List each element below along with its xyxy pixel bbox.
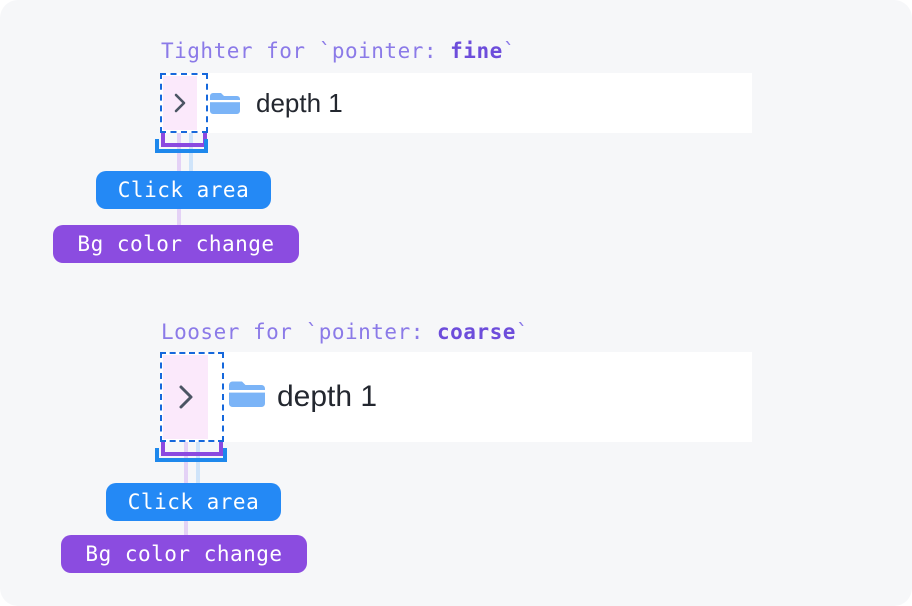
heading-fine-prefix: Tighter for `pointer: — [161, 39, 451, 63]
chevron-right-icon[interactable] — [170, 378, 202, 416]
chevron-right-icon[interactable] — [167, 88, 193, 118]
tree-row-fine[interactable] — [160, 73, 752, 133]
label-click-area-fine: Click area — [96, 171, 271, 209]
bracket-click-area-fine — [155, 139, 208, 153]
label-bg-color-change-coarse: Bg color change — [61, 535, 307, 573]
heading-coarse-prefix: Looser for `pointer: — [161, 320, 438, 344]
label-bg-color-change-fine: Bg color change — [53, 225, 299, 263]
folder-icon — [209, 91, 241, 122]
heading-fine-suffix: ` — [502, 39, 516, 63]
tree-row-label-fine: depth 1 — [256, 88, 343, 118]
bracket-click-area-coarse — [155, 448, 227, 462]
folder-icon — [228, 379, 266, 415]
tree-row-label-coarse: depth 1 — [277, 380, 378, 413]
heading-fine-keyword: fine — [450, 39, 503, 63]
heading-pointer-coarse: Looser for `pointer: coarse` — [161, 320, 529, 344]
heading-coarse-suffix: ` — [515, 320, 530, 344]
demo-canvas: Tighter for `pointer: fine` depth 1 Clic… — [0, 0, 912, 606]
heading-pointer-fine: Tighter for `pointer: fine` — [161, 39, 516, 63]
label-click-area-coarse: Click area — [106, 483, 281, 521]
heading-coarse-keyword: coarse — [437, 320, 516, 344]
